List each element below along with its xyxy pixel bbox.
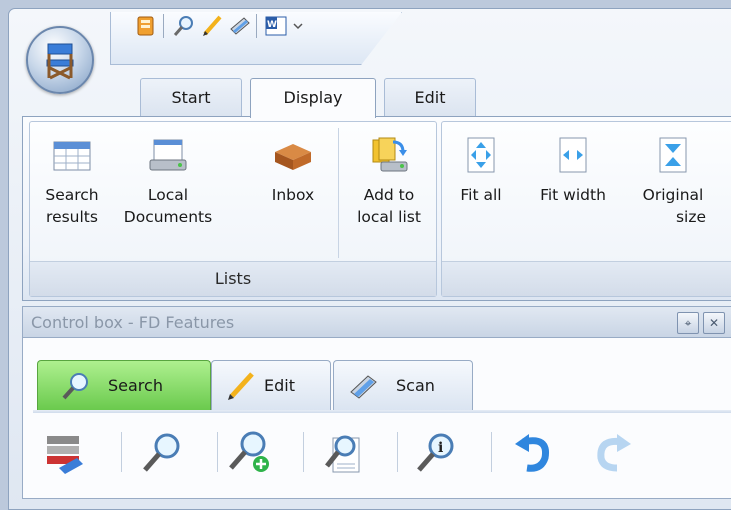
toolbar-separator — [303, 432, 304, 472]
tab-start[interactable]: Start — [140, 78, 242, 117]
app-menu-button[interactable] — [26, 26, 94, 94]
inbox-tray-icon — [275, 144, 311, 170]
inbox-label: Inbox — [271, 186, 315, 204]
search-results-label-2: results — [46, 208, 98, 226]
pin-icon[interactable]: ⌖ — [677, 312, 699, 334]
local-documents-icon — [149, 139, 187, 171]
fit-width-icon — [559, 137, 587, 173]
add-to-local-list-icon — [372, 137, 408, 172]
tab-edit-label: Edit — [414, 88, 446, 107]
search-info-icon[interactable]: i — [413, 428, 461, 476]
fit-width-label: Fit width — [540, 186, 606, 204]
qat-separator — [256, 14, 257, 38]
tab-edit-control-label: Edit — [264, 376, 295, 395]
tab-edit-control[interactable]: Edit — [211, 360, 331, 411]
directors-chair-icon — [46, 43, 74, 80]
view-group: Fit all Fit width Original size — [441, 121, 731, 297]
scan-icon[interactable] — [228, 14, 252, 38]
original-size-button[interactable]: Original size — [630, 130, 716, 228]
toolbar-separator — [397, 432, 398, 472]
fit-all-button[interactable]: Fit all — [448, 130, 514, 206]
original-size-label-2: size — [675, 208, 706, 226]
document-stack-icon[interactable] — [41, 428, 89, 476]
close-glyph: ✕ — [708, 316, 720, 330]
local-documents-button[interactable]: Local Documents — [118, 130, 218, 228]
ribbon-separator — [338, 128, 339, 258]
close-icon[interactable]: ✕ — [703, 312, 725, 334]
edit-pencil-icon — [228, 372, 254, 400]
fit-all-label: Fit all — [460, 186, 502, 204]
control-box-titlebar: Control box - FD Features — [22, 306, 731, 338]
svg-text:W: W — [267, 20, 277, 30]
tab-display-label: Display — [283, 88, 343, 107]
search-icon[interactable] — [172, 14, 196, 38]
original-size-label-1: Original — [642, 186, 704, 204]
tab-scan-label: Scan — [396, 376, 435, 395]
add-to-local-list-label-2: local list — [357, 208, 421, 226]
tab-edit[interactable]: Edit — [384, 78, 476, 117]
search-results-button[interactable]: Search results — [34, 130, 110, 228]
ribbon-panel: Search results Local Documents Inbox Add… — [22, 116, 731, 301]
tab-strip-underline — [33, 410, 731, 413]
add-to-local-list-button[interactable]: Add to local list — [344, 130, 434, 228]
edit-pencil-icon[interactable] — [200, 14, 224, 38]
lists-group-label: Lists — [30, 261, 436, 296]
open-file-icon[interactable] — [134, 14, 158, 38]
search-icon[interactable] — [139, 428, 187, 476]
redo-icon[interactable] — [589, 428, 637, 476]
view-group-label — [442, 261, 731, 296]
undo-icon[interactable] — [509, 428, 557, 476]
tab-search-label: Search — [108, 376, 163, 395]
local-documents-label-2: Documents — [123, 208, 213, 226]
tab-scan[interactable]: Scan — [333, 360, 473, 411]
table-icon — [53, 141, 91, 171]
search-document-icon[interactable] — [319, 428, 367, 476]
customize-dropdown-icon[interactable] — [290, 14, 306, 38]
tab-start-label: Start — [171, 88, 211, 107]
control-box-panel: Search Edit Scan i — [22, 338, 731, 499]
fit-all-icon — [467, 137, 495, 173]
pin-glyph: ⌖ — [684, 316, 692, 330]
qat-separator — [163, 14, 164, 38]
tab-search[interactable]: Search — [37, 360, 211, 411]
add-to-local-list-label-1: Add to — [363, 186, 415, 204]
toolbar-separator — [217, 432, 218, 472]
lists-group: Search results Local Documents Inbox Add… — [29, 121, 437, 297]
scanner-icon — [350, 375, 377, 399]
control-box-title: Control box - FD Features — [31, 313, 235, 332]
add-search-icon[interactable] — [225, 428, 273, 476]
search-icon — [62, 373, 88, 400]
tab-display[interactable]: Display — [250, 78, 376, 118]
inbox-button[interactable]: Inbox — [258, 130, 328, 206]
word-document-icon[interactable]: W — [264, 14, 288, 38]
original-size-icon — [659, 137, 687, 173]
svg-text:i: i — [438, 440, 443, 456]
local-documents-label-1: Local — [147, 186, 189, 204]
search-results-label-1: Search — [45, 186, 99, 204]
fit-width-button[interactable]: Fit width — [526, 130, 620, 206]
toolbar-separator — [491, 432, 492, 472]
toolbar-separator — [121, 432, 122, 472]
